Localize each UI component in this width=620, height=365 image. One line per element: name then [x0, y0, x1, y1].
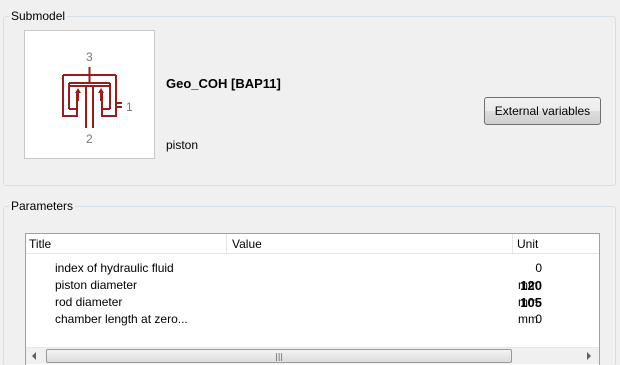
scrollbar-thumb[interactable]: |||	[46, 349, 512, 363]
param-unit: mm	[518, 278, 538, 292]
scroll-right-arrow-icon[interactable]	[587, 352, 591, 360]
param-title: rod diameter	[55, 295, 123, 309]
param-title: piston diameter	[55, 278, 138, 292]
port-label-bottom: 2	[86, 132, 93, 146]
table-header: Title Value Unit	[26, 234, 599, 254]
column-header-unit[interactable]: Unit	[517, 234, 538, 254]
parameters-table[interactable]: Title Value Unit index of hydraulic flui…	[25, 233, 600, 365]
column-header-value[interactable]: Value	[232, 234, 262, 254]
column-header-title[interactable]: Title	[29, 234, 51, 254]
table-row[interactable]: piston diameter 120 mm	[26, 277, 599, 294]
param-title: chamber length at zero...	[55, 312, 188, 326]
scroll-left-arrow-icon[interactable]	[32, 352, 36, 360]
param-unit: mm	[518, 295, 538, 309]
submodel-description: piston	[166, 138, 199, 152]
table-row[interactable]: index of hydraulic fluid 0	[26, 260, 599, 277]
submodel-icon-box[interactable]: 3 1 2	[24, 30, 155, 159]
table-row[interactable]: chamber length at zero... 0 mm	[26, 311, 599, 328]
submodel-name: Geo_COH [BAP11]	[166, 76, 281, 91]
column-divider[interactable]	[226, 234, 227, 254]
table-row[interactable]: rod diameter 105 mm	[26, 294, 599, 311]
submodel-group-title: Submodel	[9, 9, 68, 23]
external-variables-button[interactable]: External variables	[484, 97, 601, 125]
param-title: index of hydraulic fluid	[55, 261, 174, 275]
param-unit: mm	[518, 312, 538, 326]
hydraulic-piston-icon: 3 1 2	[62, 50, 133, 146]
port-label-top: 3	[86, 50, 93, 64]
scroll-grip-icon: |||	[275, 352, 284, 361]
parameters-group-title: Parameters	[9, 199, 76, 213]
port-label-right: 1	[126, 100, 133, 114]
param-value[interactable]: 0	[535, 260, 542, 277]
column-divider[interactable]	[512, 234, 513, 254]
horizontal-scrollbar[interactable]: |||	[26, 347, 599, 364]
